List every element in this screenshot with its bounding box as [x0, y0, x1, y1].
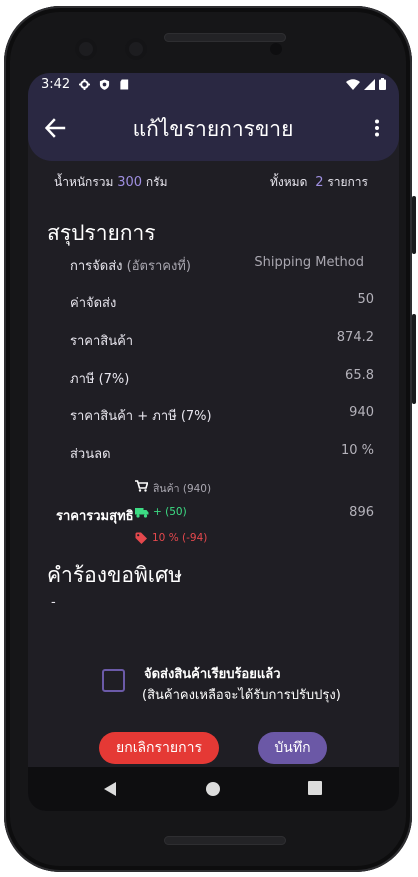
price-plus-tax-label: ราคาสินค้า + ภาษี (7%): [70, 409, 212, 424]
battery-icon: [379, 78, 386, 90]
net-total-label: ราคารวมสุทธิ: [56, 509, 134, 524]
product-price-label: ราคาสินค้า: [70, 334, 134, 349]
cancel-order-button[interactable]: ยกเลิกรายการ: [99, 732, 219, 764]
total-value: 2: [315, 175, 324, 190]
weight-value: 300: [117, 175, 143, 190]
system-navigation-bar: [28, 767, 399, 811]
front-camera-icon: [125, 38, 147, 60]
status-time: 3:42: [41, 76, 71, 92]
net-shipping-line: + (50): [153, 506, 187, 518]
signal-icon: [364, 78, 375, 90]
summary-heading: สรุปรายการ: [47, 221, 156, 245]
sensor-icon: [270, 43, 282, 55]
shield-icon: [100, 78, 110, 90]
discount-label: ส่วนลด: [70, 447, 111, 462]
product-price-value: 874.2: [336, 330, 374, 345]
settings-icon: [79, 78, 91, 90]
cart-icon: [135, 480, 148, 492]
shipping-method-value[interactable]: Shipping Method: [254, 255, 364, 270]
discount-value: 10 %: [340, 443, 374, 458]
truck-icon: [135, 508, 149, 518]
special-request-heading: คำร้องขอพิเศษ: [47, 563, 183, 587]
shipping-method-text: การจัดส่ง: [70, 259, 123, 274]
tax-label: ภาษี (7%): [70, 372, 130, 387]
sd-card-icon: [120, 78, 129, 90]
bottom-speaker: [164, 836, 286, 845]
delivered-checkbox[interactable]: [102, 669, 125, 692]
total-items: ทั้งหมด 2 รายการ: [270, 173, 368, 192]
shipping-cost-value: 50: [357, 292, 374, 307]
tax-value: 65.8: [345, 368, 374, 383]
save-button[interactable]: บันทึก: [258, 732, 327, 764]
more-options-icon[interactable]: [373, 119, 381, 137]
status-bar: 3:42: [28, 73, 399, 95]
nav-back-icon[interactable]: [103, 781, 117, 797]
price-plus-tax-value: 940: [349, 405, 374, 420]
earpiece-speaker: [164, 33, 286, 42]
back-arrow-icon[interactable]: [44, 117, 66, 139]
shipping-method-label: การจัดส่ง (อัตราคงที่): [70, 255, 191, 276]
total-label: ทั้งหมด: [270, 175, 308, 189]
net-products-line: สินค้า (940): [153, 483, 212, 495]
delivered-title: จัดส่งสินค้าเรียบร้อยแล้ว: [144, 667, 281, 682]
volume-button: [412, 196, 416, 254]
page-title: แก้ไขรายการขาย: [132, 117, 294, 141]
nav-home-icon[interactable]: [205, 781, 221, 797]
app-bar: 3:42 แก้ไขรายการขาย: [28, 73, 399, 161]
special-request-value[interactable]: -: [51, 595, 56, 610]
shipping-method-note: (อัตราคงที่): [126, 259, 191, 274]
weight-label: น้ำหนักรวม: [54, 175, 114, 189]
delivered-note: (สินค้าคงเหลือจะได้รับการปรับปรุง): [142, 688, 341, 703]
nav-recents-icon[interactable]: [308, 781, 322, 795]
front-camera-icon: [75, 38, 97, 60]
power-button: [412, 314, 416, 404]
tag-icon: [135, 532, 147, 544]
wifi-icon: [346, 78, 360, 90]
net-total-value: 896: [349, 505, 374, 520]
weight-unit: กรัม: [145, 175, 168, 189]
net-discount-line: 10 % (-94): [152, 532, 208, 544]
total-weight: น้ำหนักรวม 300 กรัม: [54, 173, 168, 192]
total-unit: รายการ: [327, 175, 368, 189]
shipping-cost-label: ค่าจัดส่ง: [70, 296, 117, 311]
app-screen: 3:42 แก้ไขรายการขาย น้ำหนักรวม 300 กรัม …: [28, 73, 399, 811]
